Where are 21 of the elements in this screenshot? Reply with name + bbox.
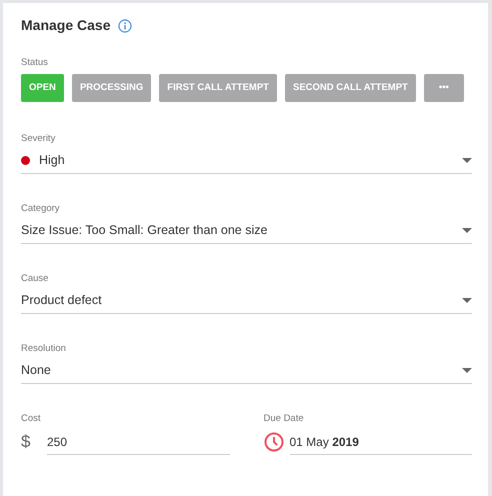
caret-icon [462, 298, 472, 303]
field-label: Severity [21, 133, 56, 145]
dollar-icon: $ [21, 429, 47, 455]
date-field[interactable]: 01 May 2019 [290, 429, 472, 455]
field-label: Cost [21, 413, 42, 425]
panel-title: Manage Case [21, 17, 110, 34]
field-label: Resolution [21, 343, 67, 355]
select-field[interactable]: Size Issue: Too Small: Greater than one size [21, 218, 472, 244]
clock-icon[interactable] [264, 432, 284, 452]
caret-icon [462, 228, 472, 233]
select-field[interactable]: None [21, 358, 472, 384]
info-icon[interactable] [118, 18, 132, 32]
select-field[interactable]: Product defect [21, 288, 472, 314]
field-label: Category [21, 203, 61, 215]
field-label: Cause [21, 273, 50, 285]
cost-field[interactable]: 250 [47, 429, 230, 455]
field-label: Status [21, 57, 48, 68]
caret-icon [462, 158, 472, 163]
select-field[interactable]: High [21, 148, 472, 174]
caret-icon [462, 368, 472, 373]
field-label: Due Date [264, 413, 305, 425]
